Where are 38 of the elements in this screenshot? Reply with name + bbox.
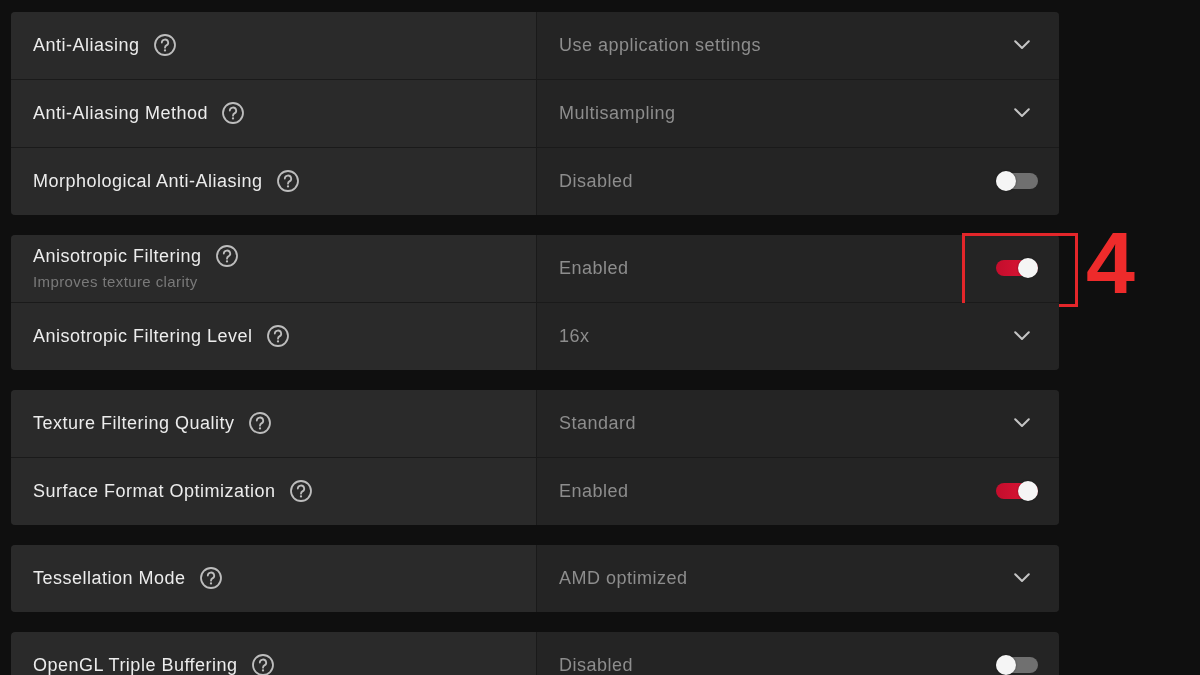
help-icon[interactable]: [153, 34, 176, 56]
setting-label: Surface Format Optimization: [33, 480, 276, 502]
help-icon[interactable]: [248, 412, 271, 434]
chevron-down-icon: [1014, 40, 1030, 50]
dropdown-select[interactable]: AMD optimized: [537, 545, 1059, 612]
toggle-switch[interactable]: [996, 171, 1038, 191]
chevron-down-icon: [1014, 418, 1030, 428]
chevron-down-icon: [1014, 108, 1030, 118]
toggle-switch[interactable]: [996, 258, 1038, 278]
toggle-status-text: Enabled: [559, 480, 629, 502]
setting-label: Morphological Anti-Aliasing: [33, 170, 263, 192]
dropdown-select[interactable]: 16x: [537, 303, 1059, 370]
toggle-switch[interactable]: [996, 655, 1038, 675]
help-icon[interactable]: [199, 567, 222, 589]
dropdown-select[interactable]: Use application settings: [537, 12, 1059, 79]
setting-label: Anisotropic Filtering Level: [33, 325, 253, 347]
toggle-status-text: Disabled: [559, 170, 634, 192]
dropdown-select[interactable]: Standard: [537, 390, 1059, 457]
toggle-switch[interactable]: [996, 481, 1038, 501]
toggle-status-text: Disabled: [559, 654, 634, 675]
setting-label: Tessellation Mode: [33, 567, 186, 589]
help-icon[interactable]: [222, 102, 245, 124]
toggle-status-text: Enabled: [559, 257, 629, 279]
help-icon[interactable]: [251, 654, 274, 675]
help-icon[interactable]: [215, 245, 238, 267]
callout-number: 4: [1086, 219, 1135, 307]
setting-label: Texture Filtering Quality: [33, 412, 235, 434]
setting-label: OpenGL Triple Buffering: [33, 654, 238, 675]
dropdown-select[interactable]: Multisampling: [537, 80, 1059, 147]
setting-label: Anti-Aliasing: [33, 34, 140, 56]
help-icon[interactable]: [266, 325, 289, 347]
help-icon[interactable]: [289, 480, 312, 502]
chevron-down-icon: [1014, 573, 1030, 583]
help-icon[interactable]: [276, 170, 299, 192]
setting-description: Improves texture clarity: [33, 273, 198, 290]
setting-label: Anti-Aliasing Method: [33, 102, 209, 124]
chevron-down-icon: [1014, 331, 1030, 341]
setting-label: Anisotropic Filtering: [33, 245, 202, 267]
